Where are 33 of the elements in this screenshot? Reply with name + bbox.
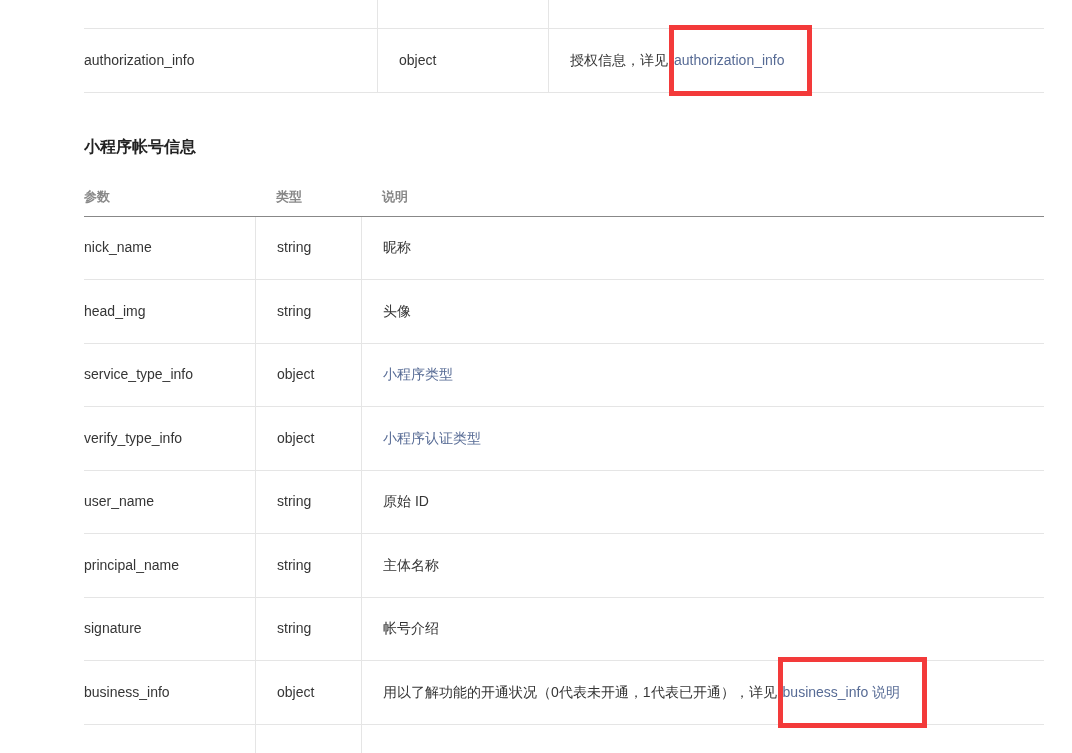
table-cell-text: head_img <box>84 301 146 321</box>
link[interactable]: 小程序类型 <box>383 364 453 386</box>
table-cell-text: signature <box>84 619 142 639</box>
table-cell-text: verify_type_info <box>84 428 183 448</box>
link[interactable]: 小程序认证类型 <box>383 427 481 449</box>
table-cell-text: service_type_info <box>84 365 193 385</box>
table-cell-text: 主体名称 <box>383 555 439 575</box>
table-cell-text: principal_name <box>84 555 179 575</box>
table-cell-text: 头像 <box>383 301 411 321</box>
link[interactable]: business_info 说明 <box>782 683 901 700</box>
column-header: 参数 <box>84 189 110 204</box>
column-header: 说明 <box>382 189 408 204</box>
table-cell-text: object <box>277 682 315 702</box>
link[interactable]: authorization_info <box>674 51 785 68</box>
table-cell-text: string <box>277 238 312 258</box>
table-cell-text: 昵称 <box>383 238 411 258</box>
table-cell-text: object <box>277 365 315 385</box>
table-cell-text: 用以了解功能的开通状况（0代表未开通，1代表已开通），详见 <box>383 682 777 702</box>
table-cell-text: 授权信息，详见 <box>570 50 668 70</box>
table-cell-text: nick_name <box>84 238 152 258</box>
table-cell-text: string <box>277 555 312 575</box>
table-cell-text: object <box>277 428 315 448</box>
table-cell-text: 原始 ID <box>383 492 429 512</box>
table-cell-text: authorization_info <box>84 50 195 70</box>
table-cell-text: string <box>277 301 312 321</box>
table-cell-text: user_name <box>84 492 155 512</box>
table-cell-text: 帐号介绍 <box>383 619 439 639</box>
table-cell-text: string <box>277 492 312 512</box>
section-heading: 小程序帐号信息 <box>84 136 197 157</box>
table-cell-text: string <box>277 619 312 639</box>
table-cell-text: object <box>399 50 437 70</box>
table-cell-text: business_info <box>84 682 170 702</box>
column-header: 类型 <box>276 189 302 204</box>
